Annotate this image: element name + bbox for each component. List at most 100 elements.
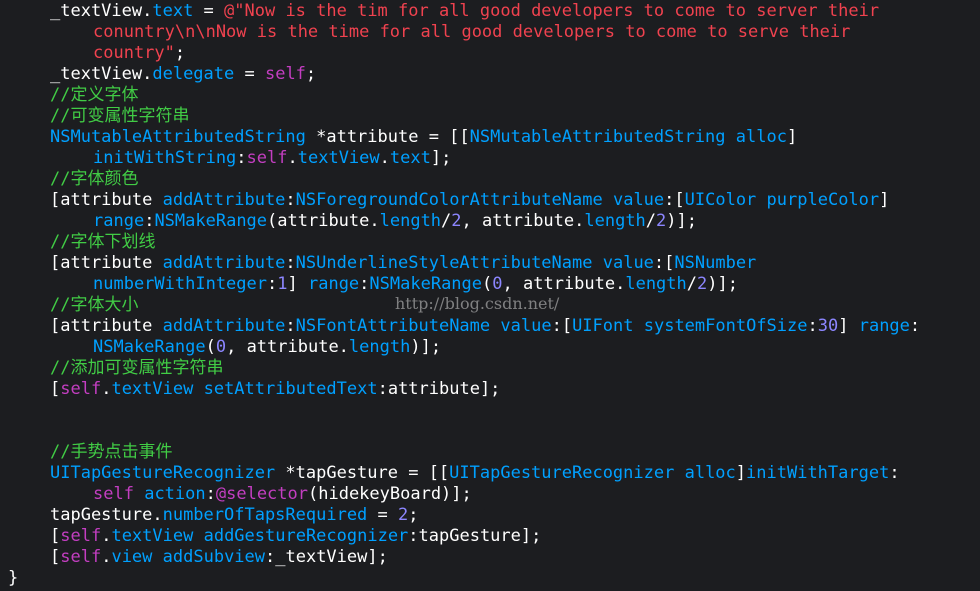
- code-line[interactable]: UITapGestureRecognizer *tapGesture = [[U…: [50, 463, 900, 484]
- code-token: alloc: [684, 463, 736, 483]
- code-line[interactable]: //可变属性字符串: [50, 106, 189, 127]
- code-token: NSNumber: [674, 253, 757, 273]
- code-line[interactable]: initWithString:self.textView.text];: [93, 148, 451, 169]
- code-line[interactable]: tapGesture.numberOfTapsRequired = 2;: [50, 505, 419, 526]
- code-token: (hidekeyBoard)];: [308, 484, 472, 504]
- code-token: textView: [111, 379, 194, 399]
- code-line[interactable]: range:NSMakeRange(attribute.length/2, at…: [93, 211, 697, 232]
- code-token: [attribute: [50, 253, 163, 273]
- code-token: , attribute.: [461, 211, 585, 231]
- code-token: [attribute: [50, 190, 163, 210]
- code-token: 1: [277, 274, 288, 294]
- code-token: .: [101, 526, 112, 546]
- code-token: //字体大小: [50, 295, 139, 315]
- code-line[interactable]: //字体大小: [50, 295, 138, 316]
- code-token: NSMutableAttributedString: [50, 127, 306, 147]
- code-token: _textView.: [50, 64, 153, 84]
- code-token: UIFont: [572, 316, 634, 336]
- code-token: //手势点击事件: [50, 442, 173, 462]
- code-token: @"Now is the tim for all good developers…: [224, 1, 880, 21]
- code-token: self: [264, 64, 306, 84]
- code-line[interactable]: _textView.text = @"Now is the tim for al…: [50, 1, 879, 22]
- code-token: :attribute];: [377, 379, 501, 399]
- code-line[interactable]: [attribute addAttribute:NSForegroundColo…: [50, 190, 889, 211]
- code-token: textView: [297, 148, 380, 168]
- code-token: //定义字体: [50, 85, 139, 105]
- code-editor[interactable]: _textView.text = @"Now is the tim for al…: [0, 0, 980, 591]
- code-token: alloc: [735, 127, 787, 147]
- code-line[interactable]: NSMutableAttributedString *attribute = […: [50, 127, 797, 148]
- code-token: //添加可变属性字符串: [50, 358, 224, 378]
- code-token: //字体下划线: [50, 232, 156, 252]
- code-token: text: [389, 148, 431, 168]
- code-line[interactable]: self action:@selector(hidekeyBoard)];: [93, 484, 472, 505]
- code-line[interactable]: //添加可变属性字符串: [50, 358, 223, 379]
- code-token: )];: [410, 337, 442, 357]
- code-token: length: [348, 337, 411, 357]
- code-line[interactable]: _textView.delegate = self;: [50, 64, 316, 85]
- code-token: =: [234, 64, 265, 84]
- code-line[interactable]: }: [8, 568, 18, 589]
- code-token: ]: [786, 127, 798, 147]
- code-line[interactable]: NSMakeRange(0, attribute.length)];: [93, 337, 441, 358]
- code-line[interactable]: [self.view addSubview:_textView];: [50, 547, 388, 568]
- code-token: ]: [287, 274, 308, 294]
- code-token: /: [441, 211, 452, 231]
- code-token: NSMutableAttributedString: [469, 127, 726, 147]
- code-line[interactable]: //手势点击事件: [50, 442, 172, 463]
- code-token: :: [285, 253, 296, 273]
- code-token: .: [287, 148, 298, 168]
- code-token: )];: [666, 211, 698, 231]
- code-token: NSForegroundColorAttributeName: [295, 190, 603, 210]
- code-line[interactable]: [attribute addAttribute:NSFontAttributeN…: [50, 316, 920, 337]
- code-token: ]: [879, 190, 890, 210]
- code-token: self: [246, 148, 288, 168]
- code-token: UIColor: [684, 190, 757, 210]
- code-token: 2: [451, 211, 462, 231]
- code-line[interactable]: conuntry\n\nNow is the time for all good…: [93, 22, 850, 43]
- code-line[interactable]: //定义字体: [50, 85, 138, 106]
- code-token: :[: [551, 316, 573, 336]
- code-token: numberOfTapsRequired: [162, 505, 368, 525]
- code-token: value: [602, 253, 654, 273]
- code-line[interactable]: country";: [93, 43, 185, 64]
- code-token: self: [60, 526, 102, 546]
- code-token: range: [307, 274, 360, 294]
- code-token: length: [584, 211, 646, 231]
- code-line[interactable]: [self.textView setAttributedText:attribu…: [50, 379, 500, 400]
- code-line[interactable]: [self.textView addGestureRecognizer:tapG…: [50, 526, 541, 547]
- code-token: ;: [305, 64, 317, 84]
- code-token: purpleColor: [766, 190, 880, 210]
- code-token: NSMakeRange: [93, 337, 206, 357]
- code-token: [: [50, 526, 61, 546]
- code-line[interactable]: numberWithInteger:1] range:NSMakeRange(0…: [93, 274, 738, 295]
- code-token: NSUnderlineStyleAttributeName: [295, 253, 593, 273]
- code-token: :: [267, 274, 278, 294]
- code-token: [attribute: [50, 316, 163, 336]
- code-token: addAttribute: [162, 190, 286, 210]
- code-token: self: [60, 547, 102, 567]
- code-token: , attribute.: [502, 274, 626, 294]
- code-token: addAttribute: [162, 316, 286, 336]
- code-token: length: [625, 274, 687, 294]
- code-token: ]: [735, 463, 747, 483]
- code-line[interactable]: //字体下划线: [50, 232, 155, 253]
- code-token: :[: [664, 190, 685, 210]
- code-token: numberWithInteger: [93, 274, 267, 294]
- code-token: value: [500, 316, 552, 336]
- code-token: //字体颜色: [50, 169, 139, 189]
- code-line[interactable]: //字体颜色: [50, 169, 138, 190]
- code-token: addSubview: [162, 547, 266, 567]
- code-token: :: [236, 148, 247, 168]
- code-token: )];: [707, 274, 738, 294]
- code-token: ;: [408, 505, 419, 525]
- code-token: .: [379, 148, 390, 168]
- code-token: ];: [430, 148, 452, 168]
- code-token: view: [111, 547, 153, 567]
- code-token: length: [379, 211, 442, 231]
- code-line[interactable]: [attribute addAttribute:NSUnderlineStyle…: [50, 253, 756, 274]
